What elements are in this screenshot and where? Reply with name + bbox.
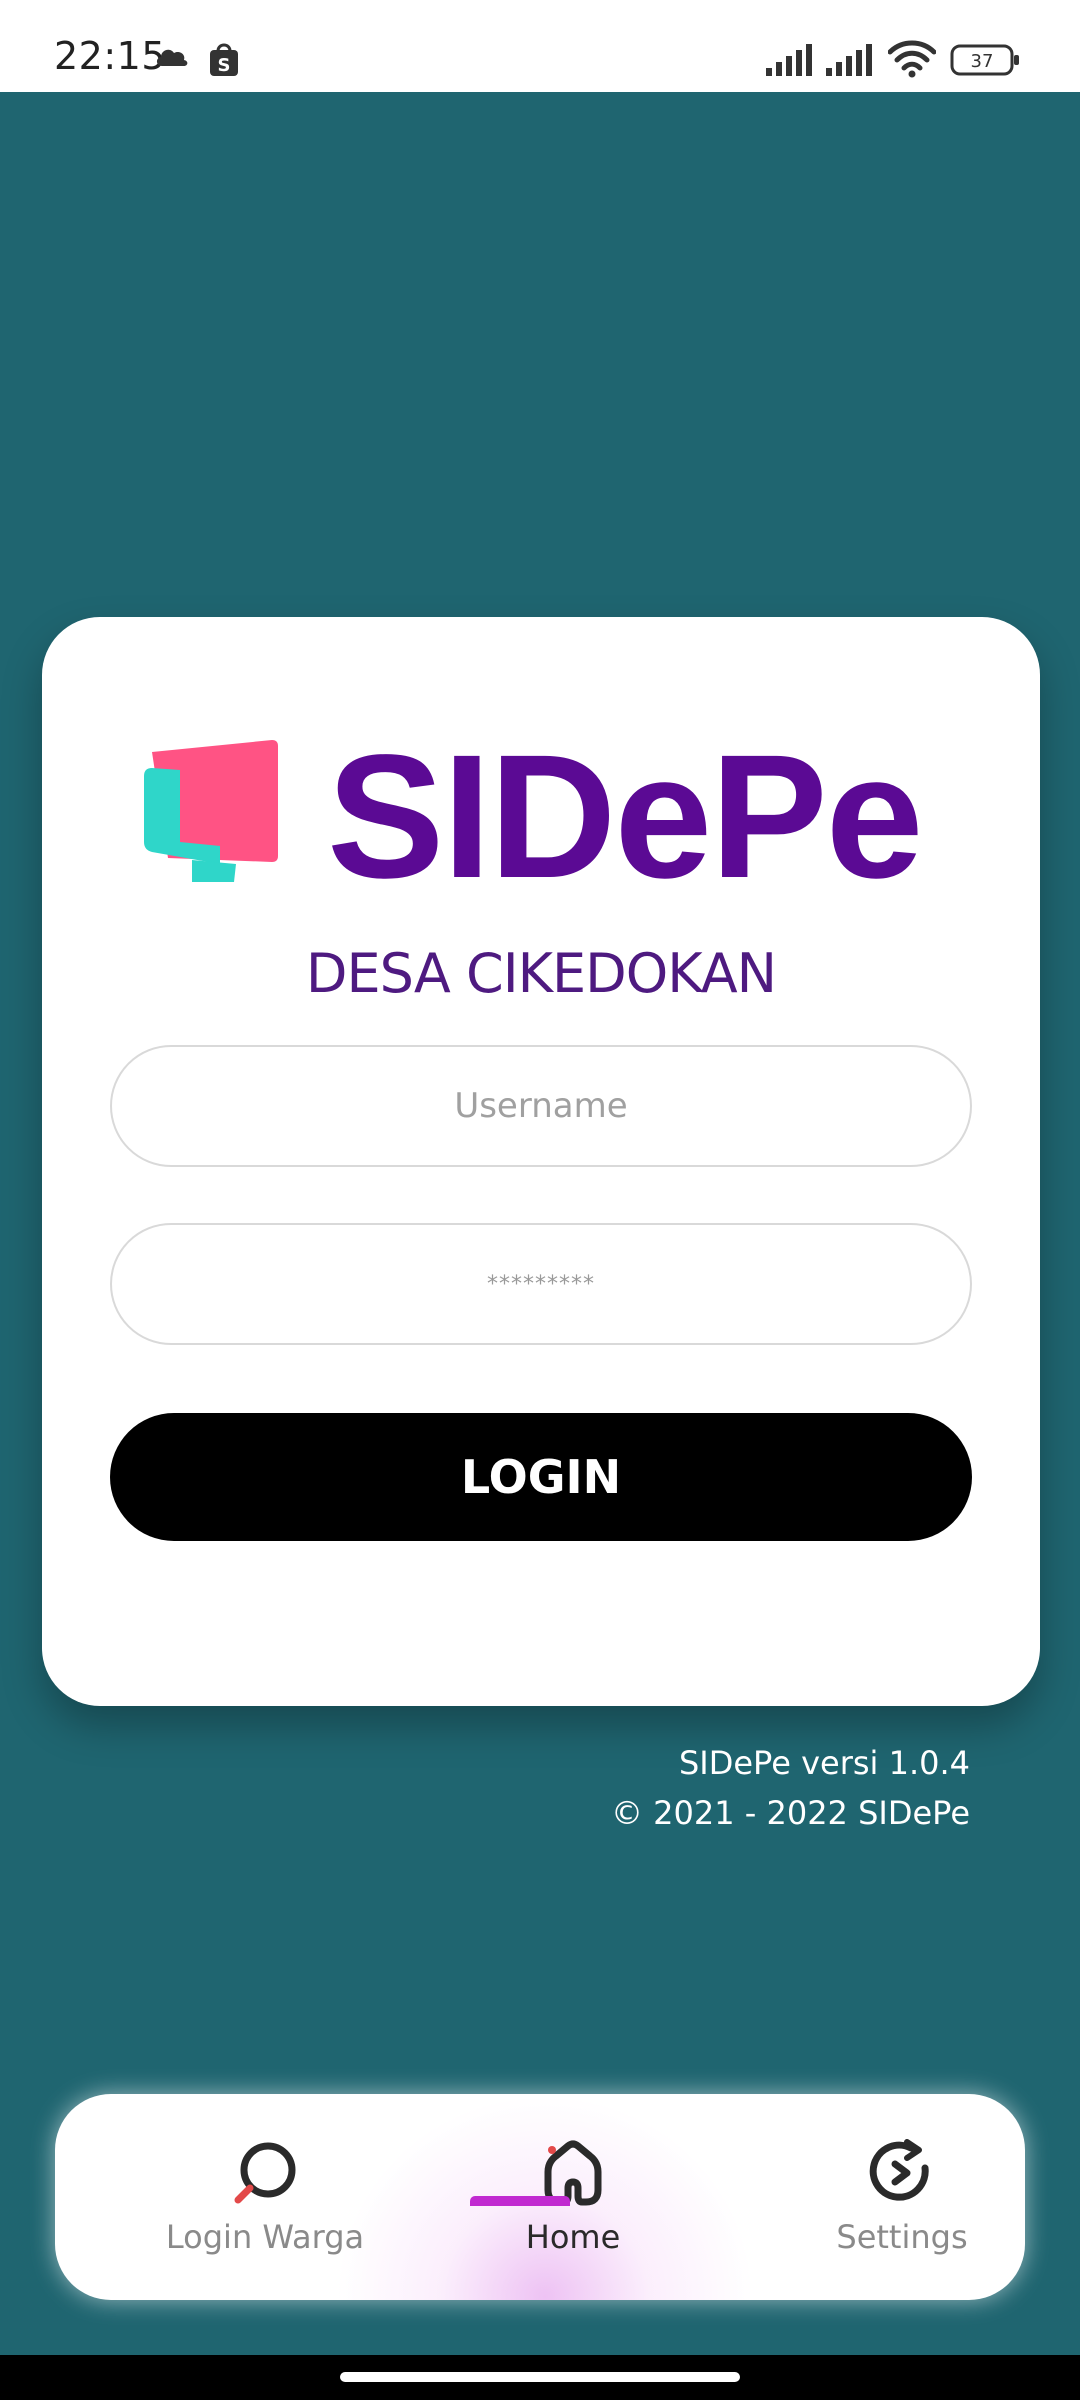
- nav-label-home: Home: [525, 2218, 621, 2256]
- login-button[interactable]: LOGIN: [110, 1413, 972, 1541]
- version-text: SIDePe versi 1.0.4: [678, 1744, 970, 1782]
- status-time: 22:15: [54, 34, 167, 78]
- signal-icon: [826, 44, 876, 80]
- password-field[interactable]: *********: [110, 1223, 972, 1345]
- copyright-text: © 2021 - 2022 SIDePe: [610, 1794, 970, 1832]
- nav-label-settings: Settings: [836, 2218, 968, 2256]
- username-field[interactable]: Username: [110, 1045, 972, 1167]
- battery-level: 37: [971, 51, 994, 72]
- username-placeholder: Username: [454, 1086, 628, 1126]
- password-value: *********: [487, 1271, 595, 1297]
- settings-icon: [867, 2138, 937, 2208]
- cloud-icon: [154, 44, 190, 72]
- wifi-icon: [887, 40, 937, 82]
- nav-item-login-warga[interactable]: Login Warga: [145, 2094, 385, 2300]
- system-navigation-bar: [0, 2355, 1080, 2400]
- village-name: DESA CIKEDOKAN: [305, 942, 777, 1005]
- svg-text:S: S: [218, 55, 231, 76]
- version-info: SIDePe versi 1.0.4 © 2021 - 2022 SIDePe: [611, 1738, 970, 1838]
- signal-icon: [766, 44, 816, 80]
- shopee-icon: S: [208, 42, 240, 82]
- search-icon: [230, 2138, 300, 2208]
- login-button-label: LOGIN: [460, 1450, 622, 1504]
- screen: 22:15 S 37 SIDePe DESA CIKEDOKAN Usernam…: [0, 0, 1080, 2400]
- status-bar: 22:15 S 37: [0, 0, 1080, 92]
- battery-icon: 37: [950, 44, 1022, 80]
- active-tab-indicator: [470, 2196, 570, 2206]
- gesture-handle[interactable]: [340, 2372, 740, 2382]
- logo-text: SIDePe: [327, 719, 924, 915]
- nav-label-login-warga: Login Warga: [165, 2218, 365, 2256]
- login-card: SIDePe DESA CIKEDOKAN Username *********…: [42, 617, 1040, 1706]
- nav-item-settings[interactable]: Settings: [782, 2094, 1022, 2300]
- sidepe-logo-icon: [132, 732, 282, 886]
